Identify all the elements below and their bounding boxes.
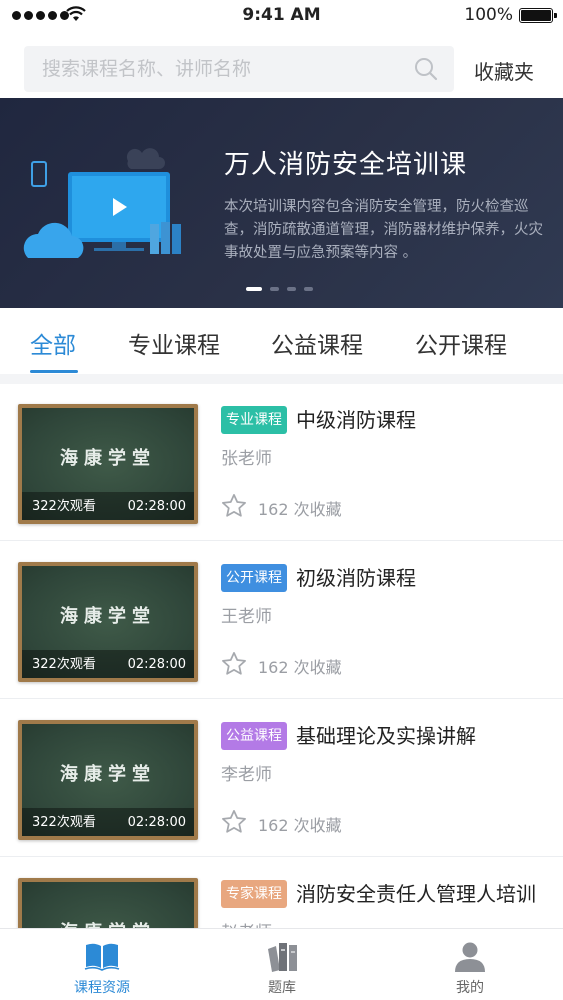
search-icon[interactable] [414, 57, 438, 81]
course-thumbnail[interactable]: 海康学堂 322次观看 02:28:00 [18, 404, 198, 524]
thumbnail-text: 海康学堂 [22, 918, 194, 928]
course-item[interactable]: 海康学堂 322次观看 02:28:00 专业课程 中级消防课程 张老师 162… [0, 384, 563, 541]
video-duration: 02:28:00 [127, 657, 186, 672]
view-count: 322次观看 [32, 657, 96, 672]
course-thumbnail[interactable]: 海康学堂 322次观看 02:28:00 [18, 562, 198, 682]
favorite-count: 162 次收藏 [258, 658, 342, 677]
tab-professional[interactable]: 专业课程 [128, 326, 220, 360]
active-tab-indicator [30, 370, 78, 373]
banner-description: 本次培训课内容包含消防安全管理，防火检查巡查，消防疏散通道管理，消防器材维护保养… [224, 199, 543, 261]
question-bank-icon [268, 943, 297, 972]
star-icon[interactable] [220, 808, 248, 836]
carousel-dot-2[interactable] [270, 287, 279, 291]
course-type-badge: 专家课程 [221, 880, 287, 908]
carousel-dot-1[interactable] [246, 287, 262, 291]
view-count: 322次观看 [32, 815, 96, 830]
thumbnail-text: 海康学堂 [60, 448, 156, 469]
category-tabs: 全部 专业课程 公益课程 公开课程 [0, 308, 563, 374]
banner-title: 万人消防安全培训课 [224, 150, 468, 180]
app-screen: 9:41 AM 100% 收藏夹 [0, 0, 563, 1000]
search-input[interactable] [24, 46, 384, 92]
course-list: 海康学堂 322次观看 02:28:00 专业课程 中级消防课程 张老师 162… [0, 384, 563, 928]
star-icon[interactable] [220, 650, 248, 678]
course-teacher: 李老师 [221, 765, 272, 785]
status-bar: 9:41 AM 100% [0, 0, 563, 32]
course-teacher: 张老师 [221, 449, 272, 469]
book-icon [84, 943, 120, 971]
video-illustration [23, 148, 181, 258]
bottom-nav: 课程资源 题库 我的 [0, 928, 563, 1000]
section-divider [0, 374, 563, 384]
course-title[interactable]: 基础理论及实操讲解 [296, 720, 476, 749]
battery-percent: 100% [464, 5, 513, 25]
favorites-link[interactable]: 收藏夹 [474, 56, 534, 85]
course-teacher: 王老师 [221, 607, 272, 627]
tab-all[interactable]: 全部 [30, 326, 76, 360]
carousel-indicator [246, 287, 313, 291]
course-title[interactable]: 中级消防课程 [296, 404, 416, 433]
course-item[interactable]: 海康学堂 专家课程 消防安全责任人管理人培训 赵老师 [0, 858, 563, 928]
favorite-count: 162 次收藏 [258, 500, 342, 519]
tab-public-welfare[interactable]: 公益课程 [271, 326, 363, 360]
nav-question-bank[interactable]: 题库 [207, 929, 357, 1000]
thumbnail-text: 海康学堂 [60, 606, 156, 627]
nav-label: 我的 [456, 980, 484, 996]
carousel-dot-3[interactable] [287, 287, 296, 291]
carousel-dot-4[interactable] [304, 287, 313, 291]
favorite-count: 162 次收藏 [258, 816, 342, 835]
tab-open[interactable]: 公开课程 [415, 326, 507, 360]
nav-mine[interactable]: 我的 [395, 929, 545, 1000]
nav-label: 课程资源 [74, 980, 130, 996]
course-thumbnail[interactable]: 海康学堂 [18, 878, 198, 928]
search-bar[interactable] [24, 46, 454, 92]
video-duration: 02:28:00 [127, 815, 186, 830]
battery-icon [519, 8, 557, 23]
course-type-badge: 专业课程 [221, 406, 287, 434]
video-duration: 02:28:00 [127, 499, 186, 514]
course-title[interactable]: 消防安全责任人管理人培训 [296, 878, 536, 907]
view-count: 322次观看 [32, 499, 96, 514]
course-thumbnail[interactable]: 海康学堂 322次观看 02:28:00 [18, 720, 198, 840]
course-title[interactable]: 初级消防课程 [296, 562, 416, 591]
star-icon[interactable] [220, 492, 248, 520]
thumbnail-text: 海康学堂 [60, 764, 156, 785]
course-teacher: 赵老师 [221, 918, 272, 928]
user-icon [455, 942, 485, 972]
course-type-badge: 公益课程 [221, 722, 287, 750]
nav-course-resources[interactable]: 课程资源 [27, 929, 177, 1000]
course-type-badge: 公开课程 [221, 564, 287, 592]
promo-banner[interactable]: 万人消防安全培训课 本次培训课内容包含消防安全管理，防火检查巡查，消防疏散通道管… [0, 98, 563, 308]
nav-label: 题库 [268, 980, 296, 996]
course-item[interactable]: 海康学堂 322次观看 02:28:00 公开课程 初级消防课程 王老师 162… [0, 542, 563, 699]
course-item[interactable]: 海康学堂 322次观看 02:28:00 公益课程 基础理论及实操讲解 李老师 … [0, 700, 563, 857]
